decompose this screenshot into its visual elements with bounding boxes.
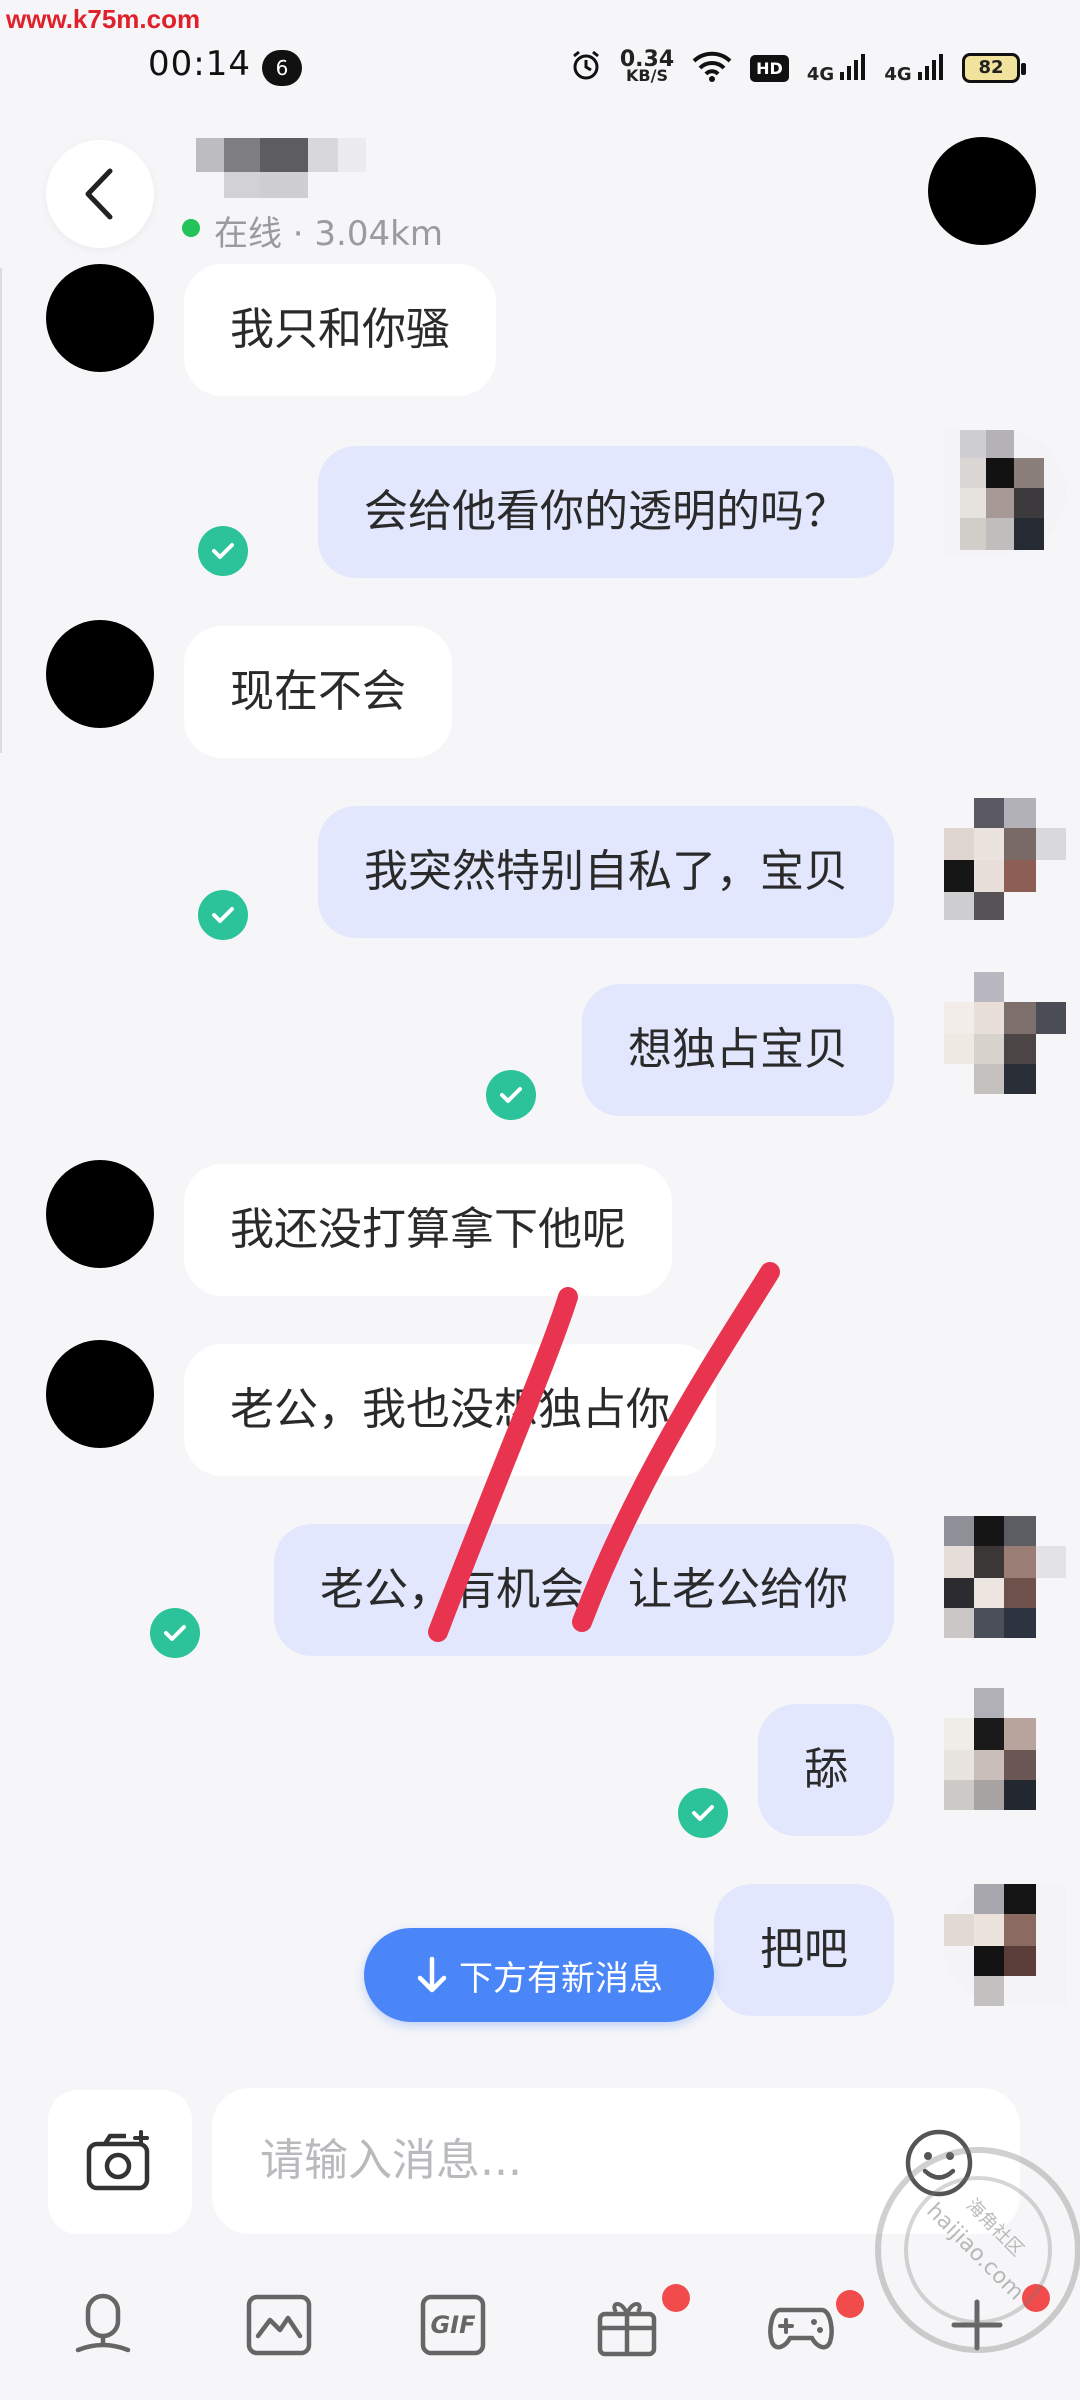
- contact-avatar[interactable]: [46, 620, 154, 728]
- my-avatar-pixelated[interactable]: [944, 1516, 1066, 1640]
- message-bubble-incoming[interactable]: 现在不会: [184, 626, 452, 758]
- message-bubble-outgoing[interactable]: 想独占宝贝: [582, 984, 894, 1116]
- signal-indicator-2: 4G: [884, 52, 944, 85]
- signal-2-label: 4G: [884, 63, 912, 85]
- gift-icon[interactable]: [592, 2290, 662, 2360]
- arrow-down-icon: [417, 1956, 447, 1993]
- gamepad-icon[interactable]: [766, 2290, 836, 2360]
- message-bubble-outgoing[interactable]: 把吧: [714, 1884, 894, 2016]
- net-speed: 0.34 KB/S: [620, 49, 674, 85]
- my-avatar-pixelated[interactable]: [944, 972, 1066, 1096]
- battery-indicator: 82: [962, 53, 1026, 83]
- read-check-icon: [198, 526, 248, 576]
- gif-label: GIF: [430, 2311, 476, 2339]
- read-check-icon: [150, 1608, 200, 1658]
- status-time: 00:14: [148, 44, 251, 84]
- header-avatar[interactable]: [928, 137, 1036, 245]
- image-icon[interactable]: [244, 2290, 314, 2360]
- message-bubble-incoming[interactable]: 我还没打算拿下他呢: [184, 1164, 672, 1296]
- read-check-icon: [678, 1788, 728, 1838]
- contact-name-pixelated: [196, 138, 366, 198]
- chevron-left-icon: [85, 168, 113, 220]
- net-speed-unit: KB/S: [626, 66, 668, 85]
- notification-count-badge: 6: [262, 50, 302, 86]
- new-messages-label: 下方有新消息: [459, 1958, 663, 1999]
- message-bubble-outgoing[interactable]: 老公，有机会，让老公给你: [274, 1524, 894, 1656]
- message-input-placeholder: 请输入消息...: [260, 2135, 522, 2186]
- contact-avatar[interactable]: [46, 1160, 154, 1268]
- microphone-icon[interactable]: [68, 2290, 138, 2360]
- read-check-icon: [486, 1070, 536, 1120]
- message-bubble-outgoing[interactable]: 会给他看你的透明的吗？: [318, 446, 894, 578]
- watermark-url: www.k75m.com: [6, 4, 201, 34]
- message-bubble-outgoing[interactable]: 我突然特别自私了，宝贝: [318, 806, 894, 938]
- contact-avatar[interactable]: [46, 1340, 154, 1448]
- camera-button[interactable]: [48, 2090, 192, 2234]
- new-messages-button[interactable]: 下方有新消息: [364, 1928, 714, 2022]
- my-avatar-pixelated[interactable]: [944, 430, 1066, 554]
- signal-indicator-1: 4G: [807, 52, 867, 85]
- back-button[interactable]: [46, 140, 154, 248]
- online-status-text: 在线 · 3.04km: [214, 214, 443, 254]
- message-bubble-incoming[interactable]: 我只和你骚: [184, 264, 496, 396]
- game-badge-dot: [836, 2290, 864, 2318]
- message-bubble-incoming[interactable]: 老公，我也没想独占你: [184, 1344, 716, 1476]
- message-bubble-outgoing[interactable]: 舔: [758, 1704, 894, 1836]
- read-check-icon: [198, 890, 248, 940]
- alarm-icon: [570, 49, 602, 87]
- my-avatar-pixelated[interactable]: [944, 798, 1066, 922]
- gift-badge-dot: [662, 2284, 690, 2312]
- status-icons: 0.34 KB/S HD 4G 4G 82: [570, 48, 1026, 88]
- hd-indicator: HD: [750, 54, 789, 82]
- my-avatar-pixelated[interactable]: [944, 1884, 1066, 2008]
- my-avatar-pixelated[interactable]: [944, 1688, 1066, 1812]
- wifi-icon: [692, 50, 732, 86]
- scroll-edge-divider: [0, 268, 2, 753]
- camera-icon: [86, 2130, 150, 2191]
- contact-avatar[interactable]: [46, 264, 154, 372]
- watermark-stamp-icon: haijiao.com 海角社区: [875, 2147, 1080, 2353]
- gif-button[interactable]: GIF: [418, 2290, 488, 2360]
- online-status-dot: [182, 219, 200, 237]
- signal-1-label: 4G: [806, 63, 835, 85]
